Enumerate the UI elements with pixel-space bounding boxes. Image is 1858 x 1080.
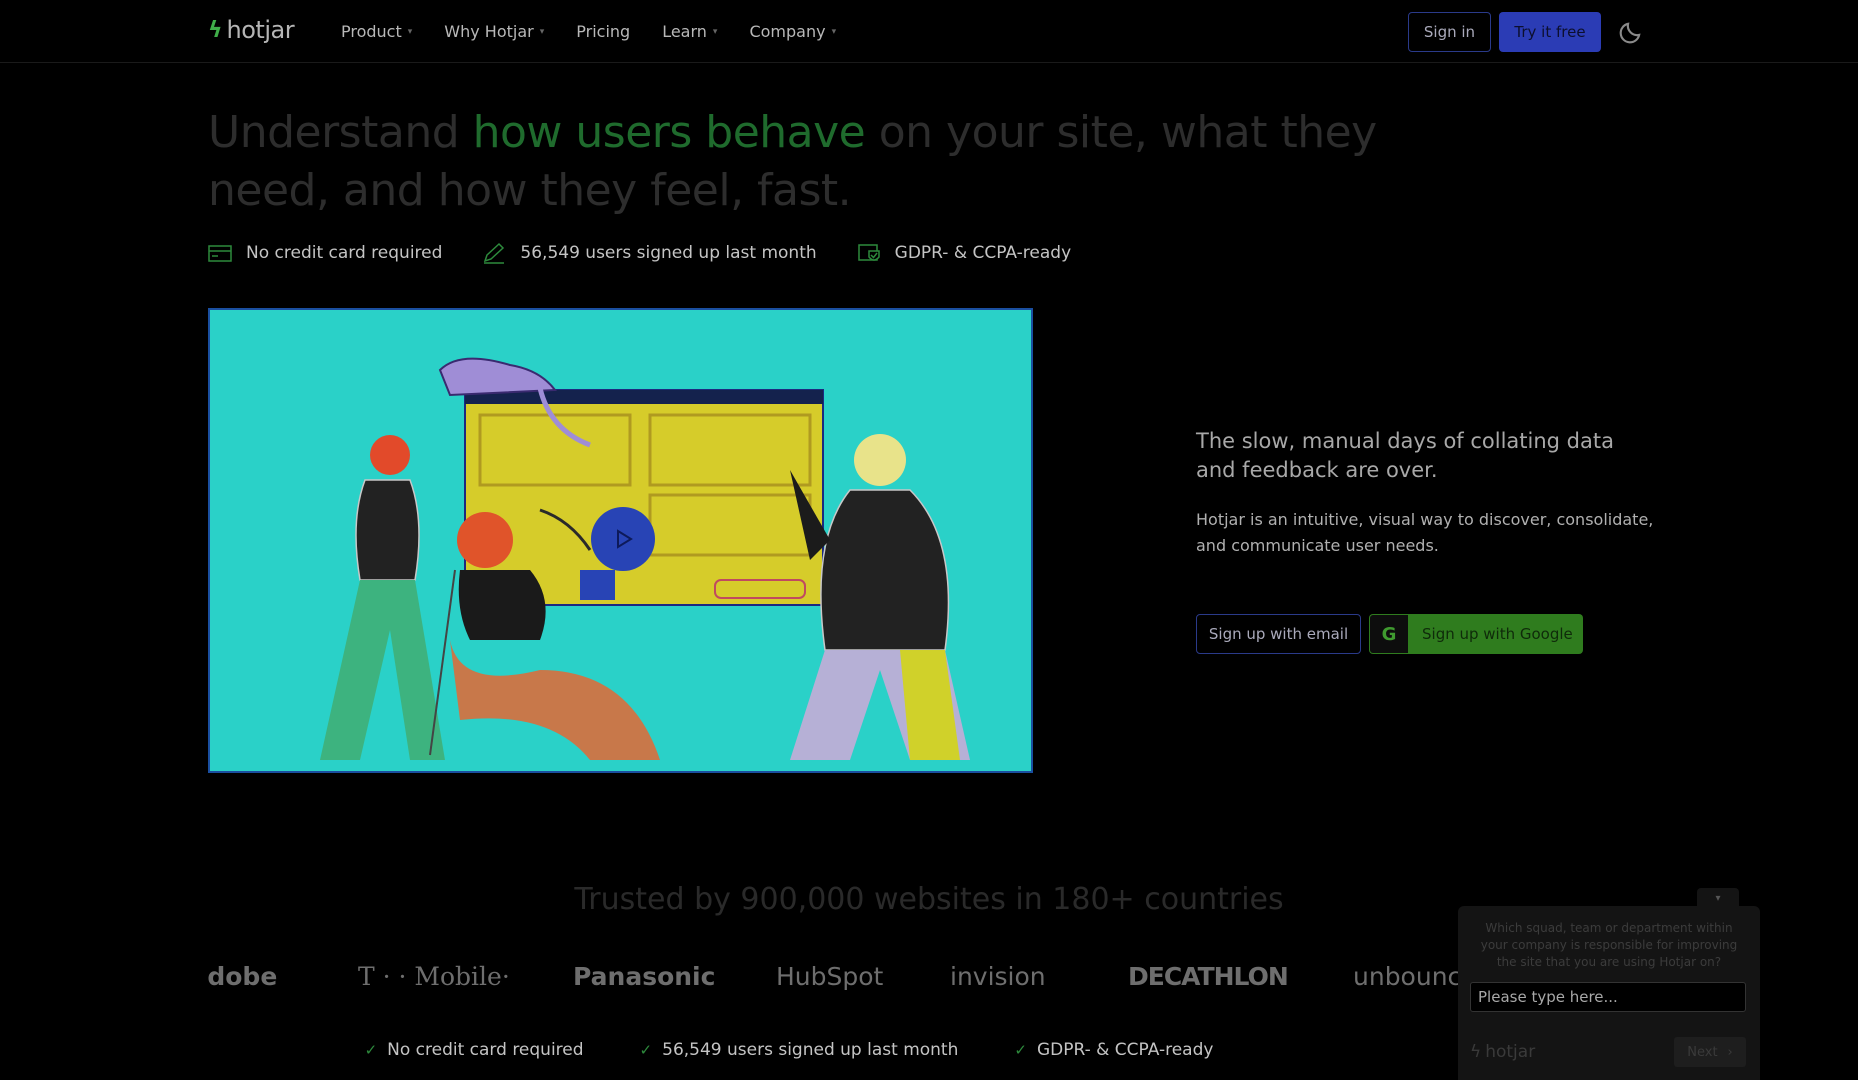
badge-text: GDPR- & CCPA-ready	[894, 243, 1072, 263]
badge-text: No credit card required	[246, 243, 443, 263]
play-icon	[617, 529, 633, 549]
bottom-badge-text: 56,549 users signed up last month	[662, 1040, 959, 1060]
nav-menu: Product ▾ Why Hotjar ▾ Pricing Learn ▾ Comp…	[341, 22, 868, 41]
check-icon: ✓	[1014, 1041, 1027, 1059]
hero-title-pre: Understand	[208, 107, 473, 158]
pencil-icon	[484, 242, 505, 264]
top-navbar: ϟ hotjar Product ▾ Why Hotjar ▾ Pricing Le…	[0, 0, 1858, 63]
logo-unbounce: unbounce	[1353, 962, 1458, 991]
badge-gdpr: GDPR- & CCPA-ready	[857, 242, 1071, 264]
nav-item-label: Pricing	[576, 22, 631, 41]
bottom-badge: ✓ No credit card required	[365, 1040, 584, 1060]
badge-users-signed-up: 56,549 users signed up last month	[482, 242, 817, 264]
nav-item-product[interactable]: Product ▾	[341, 22, 412, 41]
try-it-free-button[interactable]: Try it free	[1499, 12, 1601, 52]
play-button[interactable]	[591, 507, 655, 571]
logo-panasonic: Panasonic	[573, 962, 716, 991]
chevron-right-icon: ›	[1727, 1044, 1733, 1060]
chevron-down-icon: ▾	[712, 26, 718, 37]
shield-check-icon	[857, 244, 880, 261]
hero-title-highlight: how users behave	[472, 107, 866, 158]
side-headline: The slow, manual days of collating data …	[1196, 429, 1614, 482]
credit-card-icon	[208, 245, 232, 262]
chevron-down-icon: ▾	[1715, 892, 1721, 904]
bottom-badge: ✓ 56,549 users signed up last month	[640, 1040, 959, 1060]
hotjar-logo[interactable]: ϟ hotjar	[208, 16, 295, 44]
survey-next-button[interactable]: Next ›	[1674, 1037, 1746, 1067]
chevron-down-icon: ▾	[539, 26, 545, 37]
widget-collapse-tab[interactable]: ▾	[1697, 888, 1739, 908]
logo-adobe: Adobe	[208, 962, 278, 991]
chevron-down-icon: ▾	[831, 26, 837, 37]
nav-item-label: Why Hotjar	[444, 22, 534, 41]
bolt-icon: ϟ	[1470, 1042, 1482, 1062]
nav-item-label: Product	[341, 22, 402, 41]
hero-video[interactable]	[208, 308, 1033, 773]
logo-invision: invision	[950, 962, 1046, 991]
nav-item-pricing[interactable]: Pricing	[576, 22, 630, 41]
bottom-badge: ✓ GDPR- & CCPA-ready	[1014, 1040, 1213, 1060]
logo-decathlon: DECATHLON	[1128, 962, 1289, 991]
nav-item-company[interactable]: Company ▾	[749, 22, 836, 41]
nav-item-label: Company	[749, 22, 826, 41]
bolt-icon: ϟ	[208, 17, 223, 43]
chevron-down-icon: ▾	[407, 26, 413, 37]
badge-no-credit-card: No credit card required	[208, 243, 442, 263]
customer-logos: Adobe T · · Mobile· Panasonic HubSpot in…	[208, 956, 1458, 1002]
widget-brand-text: hotjar	[1485, 1042, 1536, 1062]
survey-question: Which squad, team or department within y…	[1480, 921, 1738, 969]
sign-up-google-button[interactable]: G Sign up with Google	[1369, 614, 1583, 654]
bottom-badge-text: GDPR- & CCPA-ready	[1036, 1040, 1214, 1060]
google-button-label: Sign up with Google	[1422, 625, 1573, 643]
next-label: Next	[1687, 1044, 1718, 1060]
badge-text: 56,549 users signed up last month	[520, 243, 817, 263]
bottom-badge-text: No credit card required	[387, 1040, 584, 1060]
survey-answer-input[interactable]	[1470, 982, 1746, 1012]
logo-hubspot: HubSpot	[776, 962, 884, 991]
sign-in-button[interactable]: Sign in	[1408, 12, 1491, 52]
logo-wordmark: hotjar	[226, 16, 295, 44]
sign-up-email-button[interactable]: Sign up with email	[1196, 614, 1361, 654]
widget-brand[interactable]: ϟ hotjar	[1470, 1042, 1535, 1062]
hero-title: Understand how users behave on your site…	[208, 104, 1408, 220]
logo-t-mobile: T · · Mobile·	[358, 962, 510, 991]
side-body: Hotjar is an intuitive, visual way to di…	[1196, 510, 1654, 555]
google-icon: G	[1370, 615, 1408, 653]
nav-item-why-hotjar[interactable]: Why Hotjar ▾	[444, 22, 544, 41]
survey-widget: Which squad, team or department within y…	[1458, 906, 1760, 1080]
check-icon: ✓	[639, 1041, 653, 1059]
nav-item-label: Learn	[662, 22, 707, 41]
nav-item-learn[interactable]: Learn ▾	[662, 22, 717, 41]
check-icon: ✓	[364, 1041, 378, 1059]
hero-badges: No credit card required 56,549 users sig…	[208, 242, 1111, 264]
moon-icon[interactable]	[1617, 18, 1645, 46]
